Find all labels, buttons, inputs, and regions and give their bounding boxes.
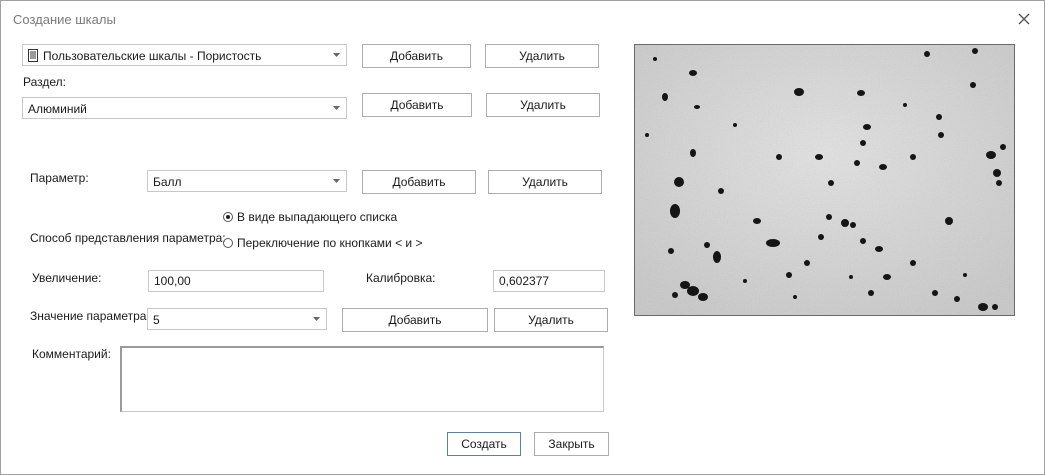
chevron-down-icon	[333, 106, 340, 110]
comment-label: Комментарий:	[32, 347, 111, 361]
parameter-dropdown[interactable]: Балл	[147, 170, 347, 192]
parameter-dropdown-value: Балл	[153, 175, 182, 189]
scale-dropdown-value: Пользовательские шкалы - Пористость	[43, 49, 262, 63]
param-value-dropdown[interactable]: 5	[147, 308, 327, 330]
magnification-label: Увеличение:	[32, 271, 102, 285]
close-window-button[interactable]	[1012, 7, 1036, 31]
window-title: Создание шкалы	[13, 12, 116, 27]
add-value-button[interactable]: Добавить	[342, 308, 488, 332]
delete-value-button[interactable]: Удалить	[494, 308, 608, 332]
delete-parameter-button[interactable]: Удалить	[488, 170, 602, 194]
param-value-label: Значение параметра:	[30, 309, 150, 323]
chevron-down-icon	[333, 179, 340, 183]
section-label: Раздел:	[23, 75, 66, 89]
add-scale-button[interactable]: Добавить	[362, 44, 471, 68]
title-bar: Создание шкалы	[1, 1, 1044, 36]
chevron-down-icon	[313, 317, 320, 321]
scale-dropdown[interactable]: Пользовательские шкалы - Пористость	[22, 44, 347, 66]
radio-dropdown-list-label: В виде выпадающего списка	[237, 209, 398, 224]
calibration-input[interactable]	[493, 270, 605, 292]
calibration-label: Калибровка:	[366, 271, 436, 285]
radio-button-switching[interactable]: Переключение по кнопками < и >	[223, 235, 422, 250]
add-section-button[interactable]: Добавить	[362, 93, 472, 117]
radio-indicator-selected	[223, 211, 233, 222]
delete-scale-button[interactable]: Удалить	[485, 44, 599, 68]
micrograph-preview	[634, 44, 1015, 316]
document-icon	[28, 49, 38, 62]
radio-dropdown-list[interactable]: В виде выпадающего списка	[223, 209, 397, 224]
create-button[interactable]: Создать	[447, 432, 521, 456]
add-parameter-button[interactable]: Добавить	[362, 170, 476, 194]
radio-indicator	[223, 237, 233, 248]
section-dropdown[interactable]: Алюминий	[22, 97, 347, 119]
magnification-input[interactable]	[148, 270, 324, 292]
param-value-dropdown-value: 5	[153, 313, 160, 327]
representation-label: Способ представления параметра:	[30, 231, 226, 245]
close-button[interactable]: Закрыть	[534, 432, 609, 456]
chevron-down-icon	[333, 53, 340, 57]
delete-section-button[interactable]: Удалить	[486, 93, 600, 117]
dialog-window: Создание шкалы Пользовательские шкалы - …	[0, 0, 1045, 475]
radio-button-switching-label: Переключение по кнопками < и >	[237, 235, 423, 250]
section-dropdown-value: Алюминий	[28, 102, 87, 116]
comment-textarea[interactable]	[120, 346, 604, 412]
micrograph-image	[635, 45, 1014, 315]
parameter-label: Параметр:	[30, 171, 89, 185]
close-icon	[1018, 13, 1030, 25]
